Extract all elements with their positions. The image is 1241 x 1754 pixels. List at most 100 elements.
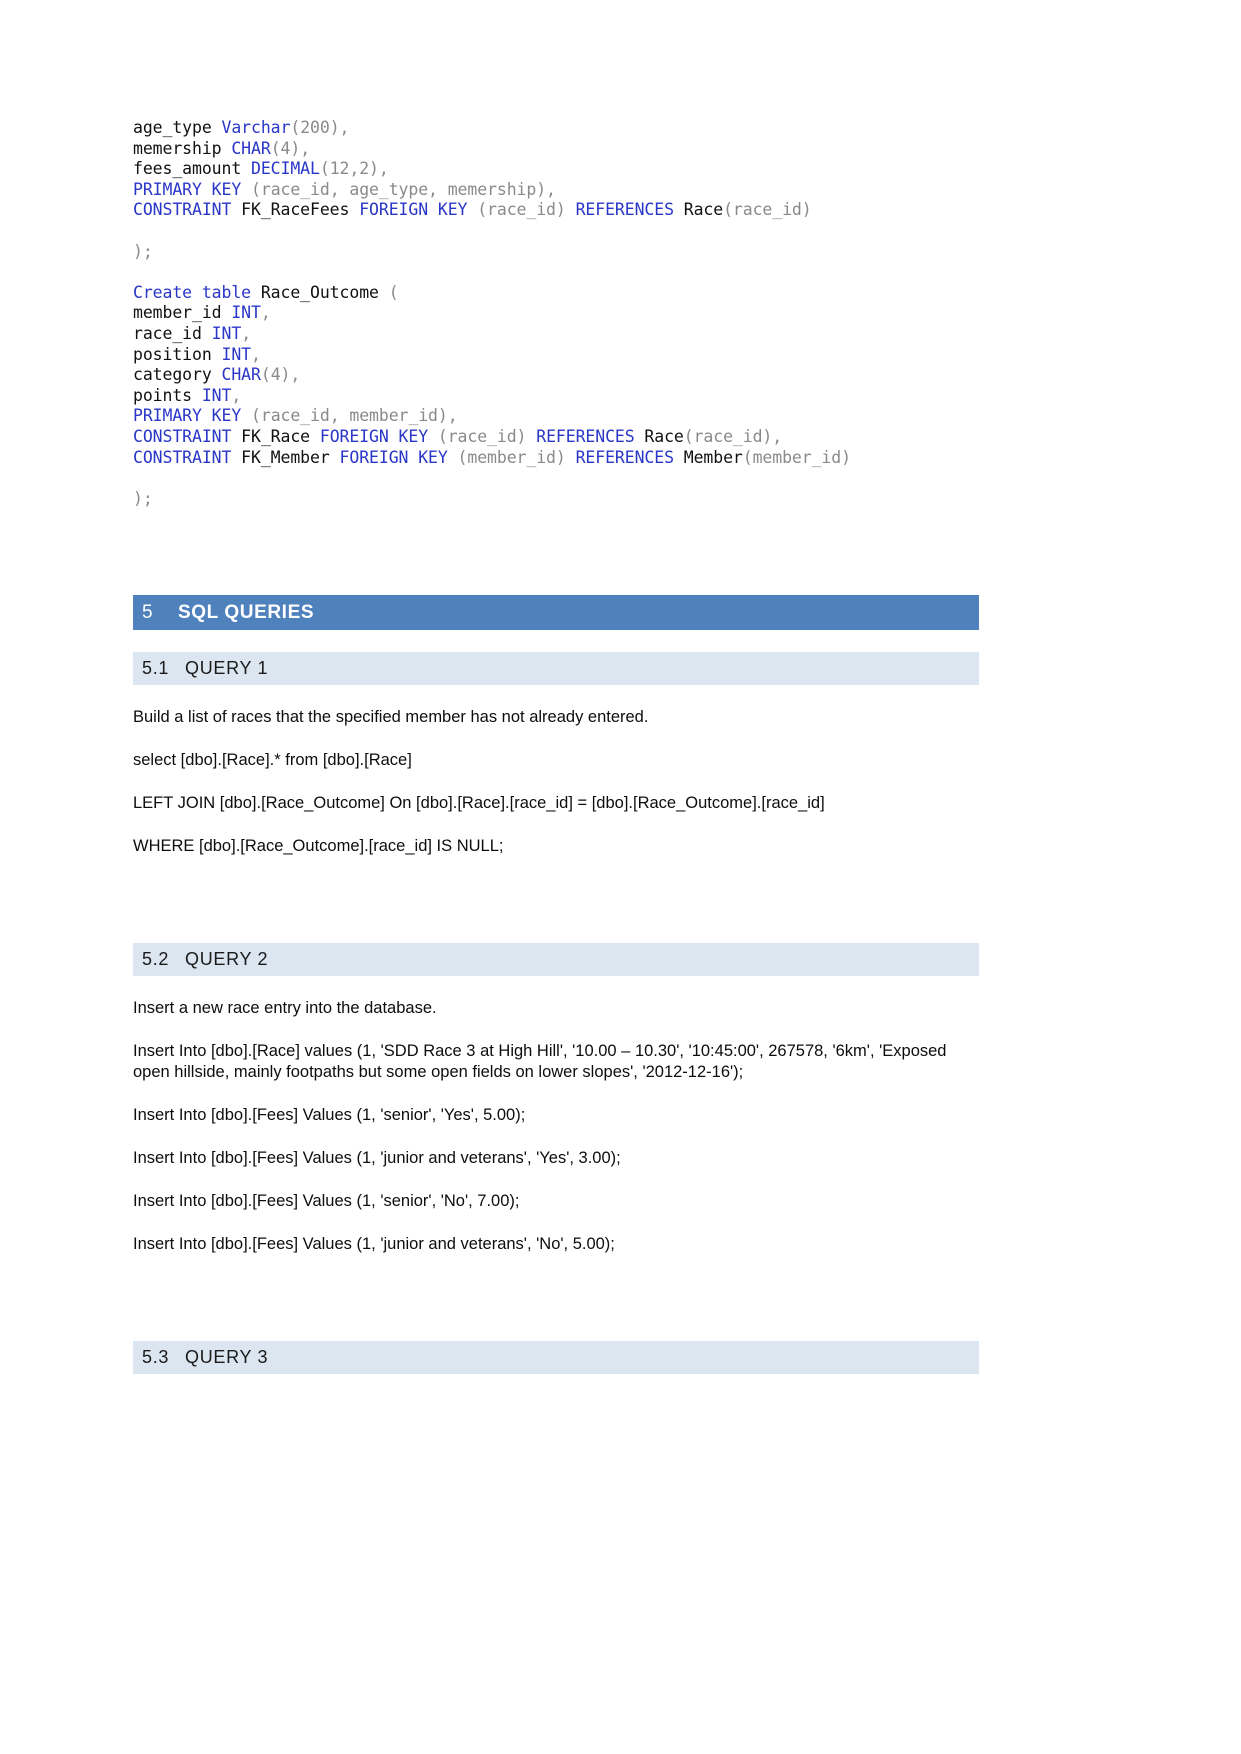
code-token: CONSTRAINT — [133, 447, 232, 467]
code-token: memership — [133, 138, 232, 158]
code-token: (member_id) — [447, 447, 576, 467]
code-token: INT — [221, 344, 252, 364]
code-token: CHAR — [221, 365, 261, 385]
subsection-number: 5.3 — [142, 1347, 170, 1368]
spacer-q2-5 — [133, 1212, 979, 1234]
code-token: (race_id, age_type, memership), — [241, 179, 556, 199]
code-token: , — [251, 344, 261, 364]
code-line: position INT, — [133, 345, 979, 366]
spacer-5-1-body — [133, 685, 979, 707]
pre-section-spacer — [133, 509, 979, 595]
code-line: points INT, — [133, 386, 979, 407]
query2-description: Insert a new race entry into the databas… — [133, 999, 437, 1018]
code-line: ); — [133, 242, 979, 263]
query2-insert-fees-3: Insert Into [dbo].[Fees] Values (1, 'sen… — [133, 1192, 520, 1211]
code-token: CONSTRAINT — [133, 426, 232, 446]
code-token: FK_Race — [231, 426, 320, 446]
code-token: INT — [231, 303, 261, 323]
subsection-title: QUERY 1 — [185, 658, 269, 679]
spacer-q1-1 — [133, 728, 979, 750]
spacer-before-5-2 — [133, 857, 979, 943]
code-token: FOREIGN KEY — [319, 426, 429, 446]
code-line: member_id INT, — [133, 303, 979, 324]
code-line: PRIMARY KEY (race_id, age_type, memershi… — [133, 180, 979, 201]
code-token: points — [133, 385, 202, 405]
subsection-heading-5-1: 5.1 QUERY 1 — [133, 652, 979, 686]
code-token: FOREIGN KEY — [339, 447, 448, 467]
code-token: REFERENCES — [575, 200, 674, 220]
section-number: 5 — [142, 601, 153, 623]
code-token: REFERENCES — [575, 447, 674, 467]
spacer-5-2-body — [133, 976, 979, 998]
code-line: Create table Race_Outcome ( — [133, 283, 979, 304]
code-token: , — [241, 323, 252, 343]
code-token: Race_Outcome — [251, 282, 389, 302]
code-token: (race_id), — [683, 426, 783, 446]
code-token: Race — [634, 426, 684, 446]
code-line: CONSTRAINT FK_Race FOREIGN KEY (race_id)… — [133, 427, 979, 448]
query2-insert-fees-1: Insert Into [dbo].[Fees] Values (1, 'sen… — [133, 1106, 526, 1125]
code-line: age_type Varchar(200), — [133, 118, 979, 139]
code-token: FK_RaceFees — [231, 200, 360, 220]
subsection-heading-5-2: 5.2 QUERY 2 — [133, 943, 979, 977]
query1-sql-line-2: LEFT JOIN [dbo].[Race_Outcome] On [dbo].… — [133, 794, 825, 813]
query2-insert-fees-4: Insert Into [dbo].[Fees] Values (1, 'jun… — [133, 1235, 615, 1254]
spacer-q1-3 — [133, 814, 979, 836]
code-line: CONSTRAINT FK_Member FOREIGN KEY (member… — [133, 448, 979, 469]
query1-description: Build a list of races that the specified… — [133, 708, 649, 727]
code-token: (200), — [290, 118, 350, 137]
code-token: INT — [201, 385, 232, 405]
code-token: Race — [673, 200, 724, 220]
code-token: race_id — [133, 323, 212, 343]
code-line: category CHAR(4), — [133, 365, 979, 386]
query2-insert-fees-2: Insert Into [dbo].[Fees] Values (1, 'jun… — [133, 1149, 621, 1168]
code-token: Varchar — [221, 118, 291, 137]
subsection-heading-5-3: 5.3 QUERY 3 — [133, 1341, 979, 1375]
spacer-q2-1 — [133, 1019, 979, 1041]
code-token: ); — [133, 241, 153, 261]
sql-ddl-code-block: age_type Varchar(200), memership CHAR(4),… — [133, 118, 979, 509]
code-token: (member_id) — [742, 447, 851, 467]
code-line: PRIMARY KEY (race_id, member_id), — [133, 406, 979, 427]
query1-sql-line-3: WHERE [dbo].[Race_Outcome].[race_id] IS … — [133, 837, 504, 856]
top-margin-spacer — [133, 0, 979, 118]
page-content: age_type Varchar(200), memership CHAR(4),… — [133, 0, 979, 1375]
code-token: Create table — [133, 282, 252, 302]
subsection-title: QUERY 3 — [185, 1347, 269, 1368]
code-line: memership CHAR(4), — [133, 139, 979, 160]
code-token: FOREIGN KEY — [359, 200, 468, 220]
code-token: (4), — [270, 138, 311, 158]
query1-sql-line-1: select [dbo].[Race].* from [dbo].[Race] — [133, 751, 412, 770]
document-page: age_type Varchar(200), memership CHAR(4),… — [0, 0, 1241, 1754]
code-token: REFERENCES — [536, 426, 635, 446]
code-token: category — [133, 365, 222, 385]
subsection-number: 5.1 — [142, 658, 170, 679]
code-token: (race_id) — [723, 200, 812, 220]
spacer-q2-4 — [133, 1169, 979, 1191]
subsection-title: QUERY 2 — [185, 949, 269, 970]
after-section-heading-spacer — [133, 630, 979, 652]
code-line: fees_amount DECIMAL(12,2), — [133, 159, 979, 180]
code-token: age_type — [133, 118, 222, 137]
spacer-q1-2 — [133, 771, 979, 793]
code-token: ( — [388, 282, 399, 302]
code-token: , — [231, 385, 242, 405]
code-token: INT — [211, 323, 242, 343]
code-token: ); — [133, 488, 153, 508]
code-token: (race_id, member_id), — [241, 406, 458, 426]
code-token: Member — [673, 447, 743, 467]
code-token: position — [133, 344, 222, 364]
code-token: CHAR — [231, 138, 271, 158]
code-token: fees_amount — [133, 159, 252, 179]
spacer-before-5-3 — [133, 1255, 979, 1341]
code-token: (4), — [260, 365, 301, 385]
code-line: ); — [133, 489, 979, 510]
code-token: PRIMARY KEY — [133, 406, 242, 426]
subsection-number: 5.2 — [142, 949, 170, 970]
section-heading-5: 5 SQL QUERIES — [133, 595, 979, 631]
code-token: FK_Member — [231, 447, 340, 467]
code-token: DECIMAL — [251, 159, 320, 179]
code-line: CONSTRAINT FK_RaceFees FOREIGN KEY (race… — [133, 200, 979, 221]
spacer-q2-3 — [133, 1126, 979, 1148]
